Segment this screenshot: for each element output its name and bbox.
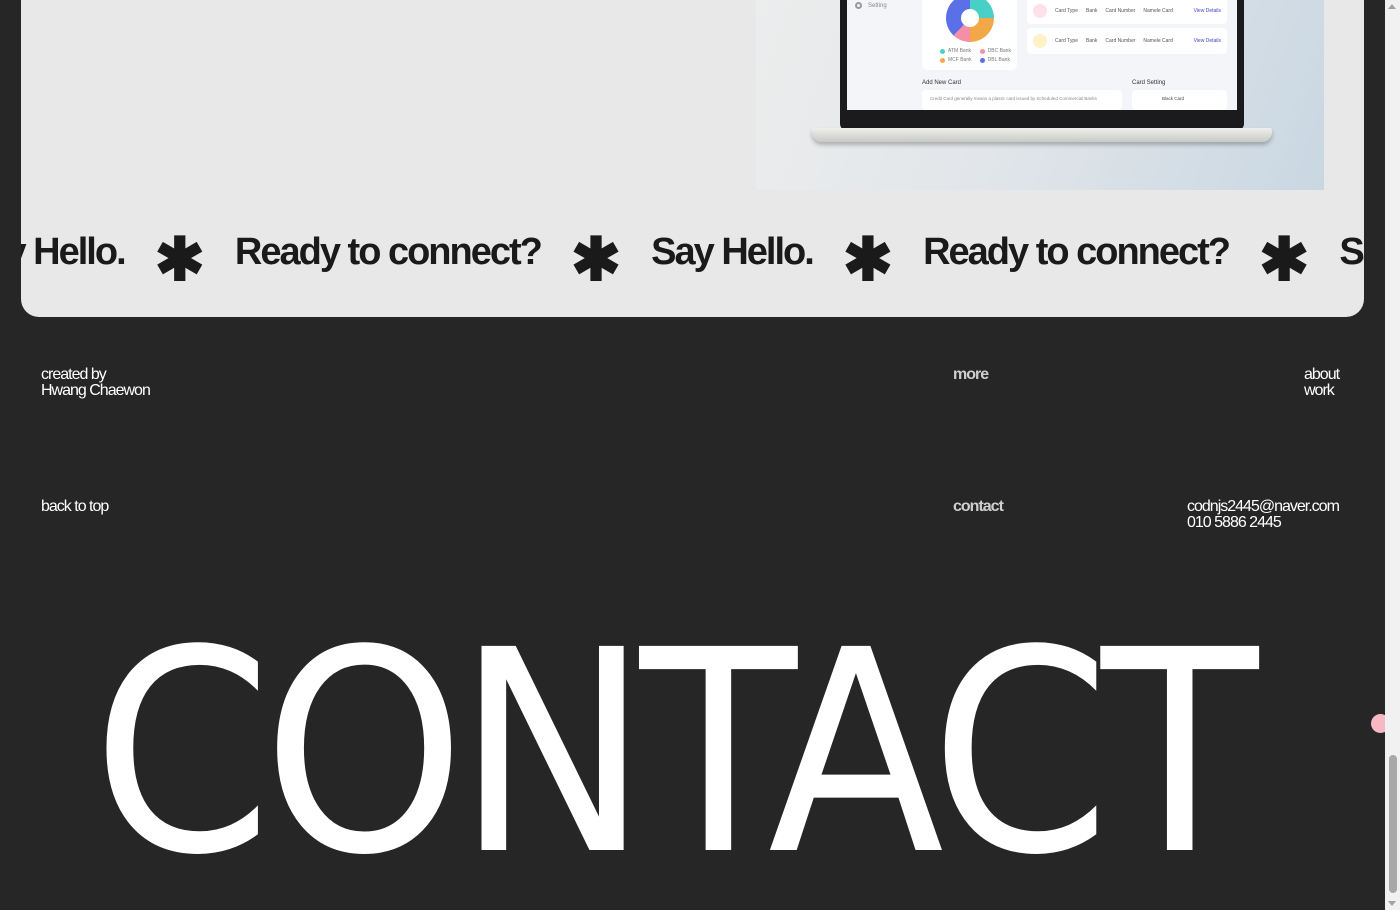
legend-item: DBC Bank: [979, 48, 1011, 54]
scroll-up-arrow-icon[interactable]: [1388, 4, 1396, 9]
card-row: Card Type Bank Card Number Namele Card V…: [1027, 28, 1227, 54]
scrollbar-thumb[interactable]: [1389, 755, 1397, 893]
gear-icon: [855, 2, 862, 9]
phone-number: 010 5886 2445: [1187, 514, 1282, 531]
card-note: Credit Card generally means a plastic ca…: [922, 90, 1122, 110]
legend-item: MCF Bank: [940, 57, 972, 63]
asterisk-icon: ✱: [842, 226, 894, 293]
add-new-card-heading: Add New Card: [922, 80, 962, 86]
card-setting-heading: Card Setting: [1132, 80, 1166, 86]
laptop-screen: Setting ATM Bank DBC Bank MCF Bank DBL B…: [840, 0, 1244, 130]
asterisk-icon: ✱: [154, 226, 205, 293]
laptop-base: [812, 128, 1272, 142]
donut-chart: [946, 0, 994, 42]
donut-chart-panel: ATM Bank DBC Bank MCF Bank DBL Bank: [922, 0, 1017, 70]
contact-label: contact: [953, 498, 1004, 515]
hero-word: WO: [171, 0, 682, 15]
card-list: Card Type Bank Card Number Namele Card V…: [1027, 0, 1227, 58]
legend-item: DBL Bank: [979, 57, 1011, 63]
contact-heading: CONTACT: [92, 591, 1258, 910]
scroll-down-arrow-icon[interactable]: [1388, 901, 1396, 906]
marquee-text: Ready to connect?: [923, 230, 1231, 273]
page: WO Setting ATM Bank DBC Bank MCF Bank: [0, 0, 1385, 910]
more-label: more: [953, 366, 989, 383]
marquee-text: Say Hello.: [651, 230, 815, 273]
author-name: Hwang Chaewon: [41, 382, 151, 399]
asterisk-icon: ✱: [570, 226, 622, 293]
marquee-text: Say Hello.: [21, 230, 127, 273]
black-card-item: Black Card: [1132, 90, 1227, 110]
footer-nav: about work: [1304, 367, 1340, 399]
contact-details: codnjs2445@naver.com 010 5886 2445: [1187, 499, 1340, 531]
project-mockup-image: Setting ATM Bank DBC Bank MCF Bank DBL B…: [756, 0, 1324, 190]
legend-item: ATM Bank: [940, 48, 972, 54]
chart-legend: ATM Bank DBC Bank MCF Bank DBL Bank: [940, 48, 1011, 63]
project-card[interactable]: WO Setting ATM Bank DBC Bank MCF Bank: [21, 0, 1364, 317]
marquee-text: Ready to connect?: [234, 230, 543, 273]
created-by-label: created by: [41, 366, 107, 383]
card-row: Card Type Bank Card Number Namele Card V…: [1027, 0, 1227, 24]
marquee-text: Say Hello.: [1339, 230, 1364, 273]
card-icon: [1033, 4, 1047, 18]
email-link[interactable]: codnjs2445@naver.com: [1187, 499, 1340, 515]
credit-block: created by Hwang Chaewon: [41, 366, 151, 399]
custom-cursor: [1371, 714, 1385, 733]
card-icon: [1033, 34, 1047, 48]
back-to-top-link[interactable]: back to top: [41, 499, 109, 515]
asterisk-icon: ✱: [1259, 226, 1310, 293]
about-link[interactable]: about: [1304, 367, 1340, 383]
dashboard-screenshot: Setting ATM Bank DBC Bank MCF Bank DBL B…: [847, 0, 1237, 110]
work-link[interactable]: work: [1304, 383, 1339, 399]
side-menu-setting: Setting: [855, 2, 887, 9]
vertical-scrollbar[interactable]: [1385, 0, 1400, 910]
marquee-banner: Say Hello. ✱ Ready to connect? ✱ Say Hel…: [21, 230, 1364, 290]
